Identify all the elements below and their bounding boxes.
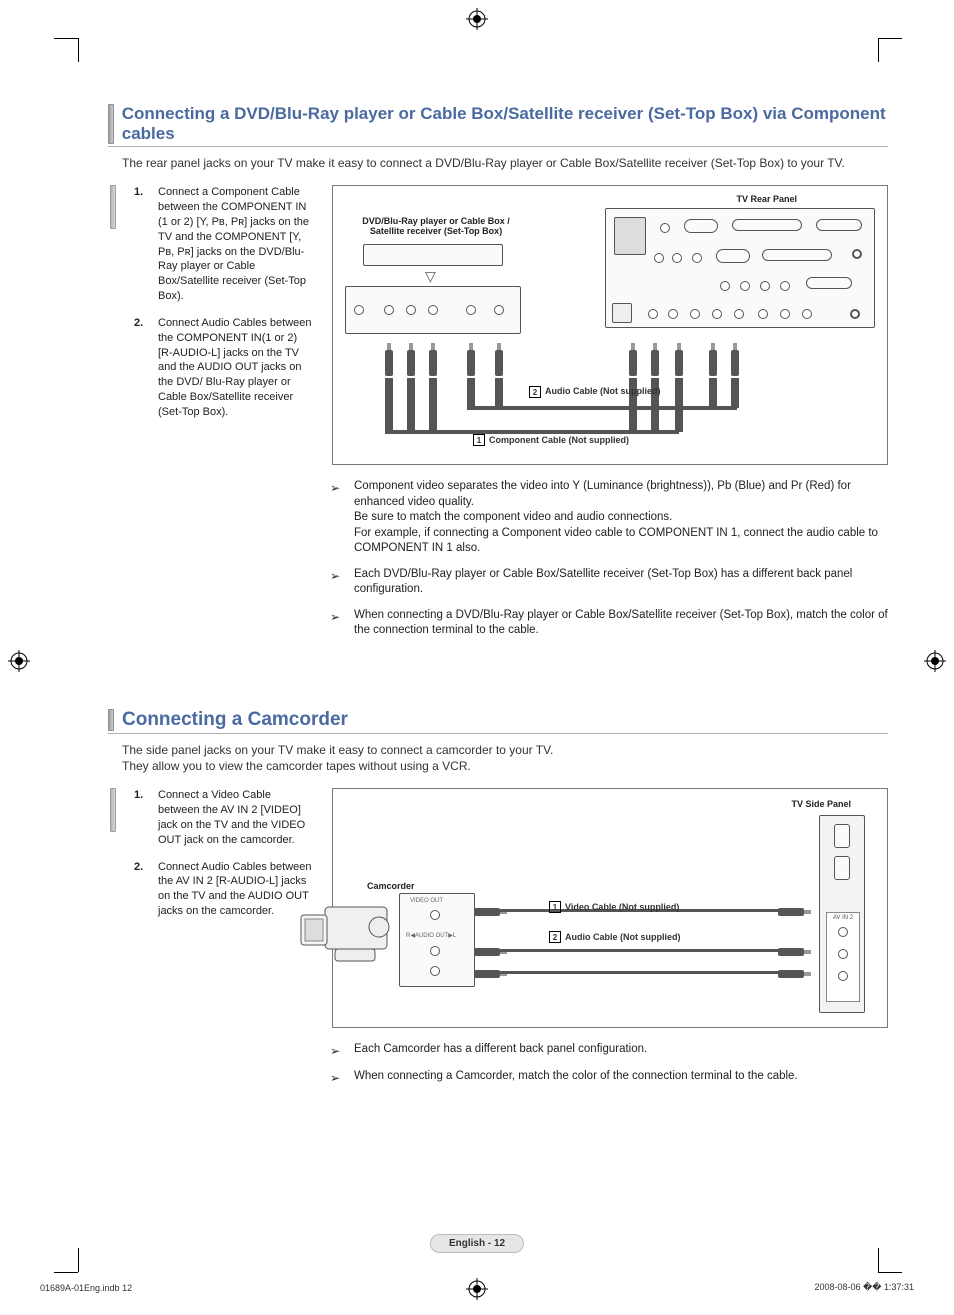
step-number: 2. xyxy=(134,860,148,919)
note-text: Each Camcorder has a different back pane… xyxy=(354,1042,647,1059)
footer-timestamp: 2008-08-06 �� 1:37:31 xyxy=(814,1282,914,1293)
step-item: 1. Connect a Component Cable between the… xyxy=(134,185,314,304)
diagram-callout-audio: 2 Audio Cable (Not supplied) xyxy=(549,931,681,943)
diagram-callout-video: 1 Video Cable (Not supplied) xyxy=(549,901,679,913)
note-bullet-icon: ➢ xyxy=(330,608,344,639)
body-accent-bar xyxy=(110,185,116,229)
diagram-source-label: Camcorder xyxy=(367,881,415,891)
crop-mark xyxy=(54,1272,78,1273)
diagram-camcorder xyxy=(289,895,399,978)
diagram-callout-component: 1 Component Cable (Not supplied) xyxy=(473,434,629,446)
crop-mark xyxy=(878,1272,902,1273)
note-bullet-icon: ➢ xyxy=(330,479,344,557)
callout-number: 2 xyxy=(529,386,541,398)
diagram-jack-panel xyxy=(345,286,521,334)
callout-text: Component Cable (Not supplied) xyxy=(489,435,629,445)
section-title: Connecting a Camcorder xyxy=(122,709,348,731)
step-number: 1. xyxy=(134,185,148,304)
callout-number: 1 xyxy=(549,901,561,913)
section-accent-bar xyxy=(108,709,114,731)
step-text: Connect a Video Cable between the AV IN … xyxy=(158,788,314,847)
diagram-camcorder-jacks: VIDEO OUT R◀AUDIO OUT▶L xyxy=(399,893,475,987)
step-number: 2. xyxy=(134,316,148,420)
crop-mark xyxy=(878,1248,879,1272)
step-item: 2. Connect Audio Cables between the COMP… xyxy=(134,316,314,420)
section-camcorder: Connecting a Camcorder The side panel ja… xyxy=(108,709,888,1087)
section-body: 1. Connect a Component Cable between the… xyxy=(110,185,888,465)
body-accent-bar xyxy=(110,788,116,832)
section-header: Connecting a Camcorder xyxy=(108,709,888,734)
callout-number: 2 xyxy=(549,931,561,943)
diagram-device-player xyxy=(363,244,503,266)
registration-mark-top xyxy=(466,8,488,30)
step-number: 1. xyxy=(134,788,148,847)
registration-mark-right xyxy=(924,650,946,672)
crop-mark xyxy=(78,38,79,62)
registration-mark-bottom xyxy=(466,1278,488,1300)
diagram-source-label: DVD/Blu-Ray player or Cable Box / Satell… xyxy=(351,216,521,236)
footer-filename: 01689A-01Eng.indb 12 xyxy=(40,1283,132,1293)
diagram-panel-label: TV Side Panel xyxy=(791,799,851,809)
callout-text: Video Cable (Not supplied) xyxy=(565,902,679,912)
note-text: When connecting a DVD/Blu-Ray player or … xyxy=(354,608,888,639)
note-item: ➢ When connecting a Camcorder, match the… xyxy=(330,1069,888,1086)
diagram-callout-audio: 2 Audio Cable (Not supplied) xyxy=(529,386,661,398)
connection-diagram-component: DVD/Blu-Ray player or Cable Box / Satell… xyxy=(332,185,888,465)
step-item: 1. Connect a Video Cable between the AV … xyxy=(134,788,314,847)
section-accent-bar xyxy=(108,104,114,144)
step-item: 2. Connect Audio Cables between the AV I… xyxy=(134,860,314,919)
note-text: When connecting a Camcorder, match the c… xyxy=(354,1069,798,1086)
note-bullet-icon: ➢ xyxy=(330,567,344,598)
section-component: Connecting a DVD/Blu-Ray player or Cable… xyxy=(108,104,888,639)
section-title: Connecting a DVD/Blu-Ray player or Cable… xyxy=(122,104,888,144)
note-item: ➢ Each DVD/Blu-Ray player or Cable Box/S… xyxy=(330,567,888,598)
note-item: ➢ Component video separates the video in… xyxy=(330,479,888,557)
steps-list: 1. Connect a Component Cable between the… xyxy=(134,185,314,432)
page-content: Connecting a DVD/Blu-Ray player or Cable… xyxy=(108,38,888,1147)
note-bullet-icon: ➢ xyxy=(330,1042,344,1059)
crop-mark xyxy=(78,1248,79,1272)
page-number: English - 12 xyxy=(430,1234,524,1253)
diagram-panel-label: TV Rear Panel xyxy=(736,194,797,204)
registration-mark-left xyxy=(8,650,30,672)
arrow-icon: ▽ xyxy=(425,268,436,285)
diagram-tv-side-panel: AV IN 2 xyxy=(819,815,865,1013)
step-text: Connect Audio Cables between the COMPONE… xyxy=(158,316,314,420)
note-bullet-icon: ➢ xyxy=(330,1069,344,1086)
steps-list: 1. Connect a Video Cable between the AV … xyxy=(134,788,314,931)
section-body: 1. Connect a Video Cable between the AV … xyxy=(110,788,888,1028)
note-item: ➢ When connecting a DVD/Blu-Ray player o… xyxy=(330,608,888,639)
section-intro: The side panel jacks on your TV make it … xyxy=(122,742,888,774)
section-header: Connecting a DVD/Blu-Ray player or Cable… xyxy=(108,104,888,147)
notes-list: ➢ Each Camcorder has a different back pa… xyxy=(330,1042,888,1086)
callout-text: Audio Cable (Not supplied) xyxy=(565,932,681,942)
crop-mark xyxy=(54,38,78,39)
diagram-tv-rear-panel xyxy=(605,208,875,328)
note-text: Component video separates the video into… xyxy=(354,479,888,557)
note-text: Each DVD/Blu-Ray player or Cable Box/Sat… xyxy=(354,567,888,598)
callout-number: 1 xyxy=(473,434,485,446)
page-number-badge: English - 12 xyxy=(430,1233,524,1251)
notes-list: ➢ Component video separates the video in… xyxy=(330,479,888,639)
section-intro: The rear panel jacks on your TV make it … xyxy=(122,155,888,171)
note-item: ➢ Each Camcorder has a different back pa… xyxy=(330,1042,888,1059)
connection-diagram-camcorder: TV Side Panel Camcorder VIDEO OUT xyxy=(332,788,888,1028)
callout-text: Audio Cable (Not supplied) xyxy=(545,387,661,397)
step-text: Connect a Component Cable between the CO… xyxy=(158,185,314,304)
